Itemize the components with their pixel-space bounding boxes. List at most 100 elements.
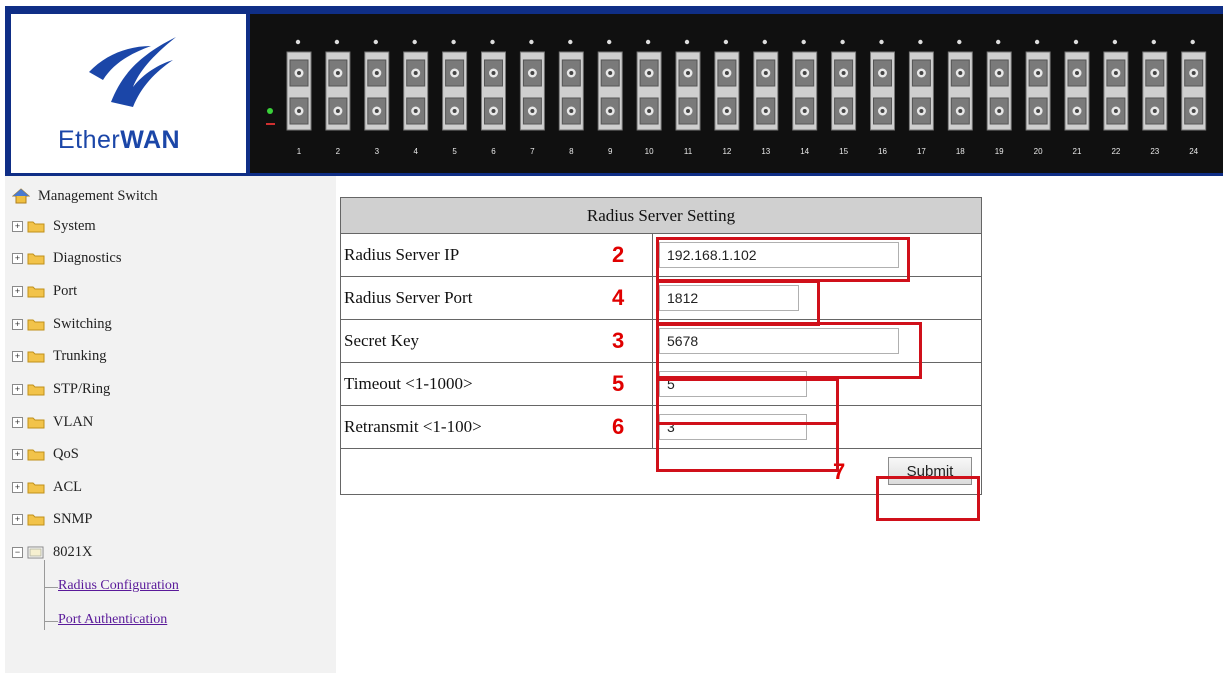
- expand-icon[interactable]: +: [12, 318, 23, 330]
- annotation-marker: 6: [612, 414, 625, 439]
- text-input[interactable]: 5: [659, 371, 807, 397]
- tree-item[interactable]: + SNMP: [12, 509, 93, 529]
- port-number-label: 24: [1189, 147, 1198, 156]
- switch-port: 4: [403, 39, 429, 156]
- folder-icon: [27, 382, 45, 396]
- switch-port: 23: [1142, 39, 1168, 156]
- tree-leaf: Radius Configuration: [58, 576, 179, 596]
- submit-button[interactable]: Submit: [888, 457, 972, 485]
- etherwan-logo-icon: [89, 37, 176, 107]
- expand-icon[interactable]: +: [12, 383, 23, 395]
- port-number-label: 18: [956, 147, 965, 156]
- port-number-label: 7: [530, 147, 535, 156]
- switch-port: 1: [286, 39, 312, 156]
- switch-port: 21: [1064, 39, 1090, 156]
- port-number-label: 14: [800, 147, 809, 156]
- tree-item[interactable]: + Switching: [12, 314, 112, 334]
- expand-icon[interactable]: +: [12, 350, 23, 362]
- tree-item-label: VLAN: [53, 413, 94, 430]
- table-title: Radius Server Setting: [340, 197, 982, 234]
- port-number-label: 3: [375, 147, 380, 156]
- port-number-label: 8: [569, 147, 574, 156]
- form-row: Radius Server IP 2 192.168.1.102: [340, 233, 982, 277]
- text-input[interactable]: 5678: [659, 328, 899, 354]
- folder-icon: [27, 349, 45, 363]
- form-row: Timeout <1-1000> 5 5: [340, 362, 982, 406]
- form-row: Retransmit <1-100> 6 3: [340, 405, 982, 449]
- tree-item-label: Switching: [53, 315, 112, 332]
- folder-icon: [27, 480, 45, 494]
- switch-port: 13: [753, 39, 779, 156]
- form-value-cell: 192.168.1.102: [652, 233, 982, 277]
- expand-icon[interactable]: +: [12, 513, 23, 525]
- expand-icon[interactable]: +: [12, 220, 23, 232]
- annotation-marker: 2: [612, 242, 625, 267]
- tree-item[interactable]: + Diagnostics: [12, 248, 121, 268]
- switch-port: 7: [519, 39, 545, 156]
- port-number-label: 16: [878, 147, 887, 156]
- header-banner: EtherWAN 1 2 3 4 5 6 7 8 9 10 11 12 13 14 15 16 17 18 19 20…: [5, 6, 1223, 176]
- status-led-icon: [266, 123, 275, 125]
- expand-icon[interactable]: +: [12, 285, 23, 297]
- home-icon: [12, 188, 30, 204]
- tree-leaf-link[interactable]: Radius Configuration: [58, 578, 179, 594]
- folder-icon: [27, 251, 45, 265]
- switch-port: 3: [364, 39, 390, 156]
- form-value-cell: 5: [652, 362, 982, 406]
- switch-port: 19: [986, 39, 1012, 156]
- tree-leaf-link[interactable]: Port Authentication: [58, 612, 167, 628]
- expand-icon[interactable]: +: [12, 448, 23, 460]
- switch-port: 20: [1025, 39, 1051, 156]
- switch-port: 16: [870, 39, 895, 156]
- tree-item[interactable]: + STP/Ring: [12, 379, 110, 399]
- port-number-label: 17: [917, 147, 926, 156]
- form-label: Secret Key: [344, 331, 420, 350]
- tree-root[interactable]: Management Switch: [12, 186, 158, 206]
- form-row: Radius Server Port 4 1812: [340, 276, 982, 320]
- submit-cell: 7 Submit: [340, 448, 982, 495]
- radius-settings-table: Radius Server Setting Radius Server IP 2 1…: [340, 197, 982, 495]
- annotation-marker: 4: [612, 285, 625, 310]
- switch-port: 14: [792, 39, 818, 156]
- form-value-cell: 1812: [652, 276, 982, 320]
- switch-port: 11: [675, 39, 701, 156]
- text-input[interactable]: 1812: [659, 285, 799, 311]
- sidebar: Management Switch + System + Diagnostics + Po…: [5, 176, 336, 673]
- tree-leaf: Port Authentication: [58, 610, 167, 630]
- expand-icon[interactable]: +: [12, 416, 23, 428]
- tree-item[interactable]: + Trunking: [12, 346, 106, 366]
- expand-icon[interactable]: +: [12, 252, 23, 264]
- switch-port: 24: [1181, 39, 1207, 156]
- tree-item-label: STP/Ring: [53, 380, 111, 397]
- text-input[interactable]: 3: [659, 414, 807, 440]
- tree-item-label: Diagnostics: [53, 249, 122, 266]
- form-value-cell: 3: [652, 405, 982, 449]
- form-label: Timeout <1-1000>: [344, 374, 473, 393]
- switch-port: 15: [831, 39, 857, 156]
- collapse-icon[interactable]: −: [12, 546, 23, 558]
- tree-item[interactable]: + QoS: [12, 444, 79, 464]
- port-number-label: 6: [491, 147, 496, 156]
- tree-item-label: SNMP: [53, 510, 93, 527]
- tree-item[interactable]: + ACL: [12, 477, 82, 497]
- form-label-cell: Secret Key 3: [340, 319, 653, 363]
- tree-item[interactable]: + VLAN: [12, 412, 93, 432]
- tree-connector: [44, 560, 45, 630]
- port-number-label: 1: [297, 147, 302, 156]
- port-number-label: 13: [761, 147, 770, 156]
- folder-open-icon: [27, 545, 45, 559]
- switch-port: 6: [481, 39, 506, 156]
- tree-item[interactable]: − 8021X: [12, 542, 92, 562]
- port-number-label: 15: [839, 147, 848, 156]
- text-input[interactable]: 192.168.1.102: [659, 242, 899, 268]
- switch-port: 8: [558, 39, 584, 156]
- expand-icon[interactable]: +: [12, 481, 23, 493]
- folder-icon: [27, 512, 45, 526]
- switch-port: 2: [325, 39, 351, 156]
- tree-item[interactable]: + Port: [12, 281, 77, 301]
- tree-item[interactable]: + System: [12, 216, 96, 236]
- tree-item-label: 8021X: [53, 543, 93, 560]
- folder-icon: [27, 317, 45, 331]
- switch-port: 18: [947, 39, 973, 156]
- folder-icon: [27, 219, 45, 233]
